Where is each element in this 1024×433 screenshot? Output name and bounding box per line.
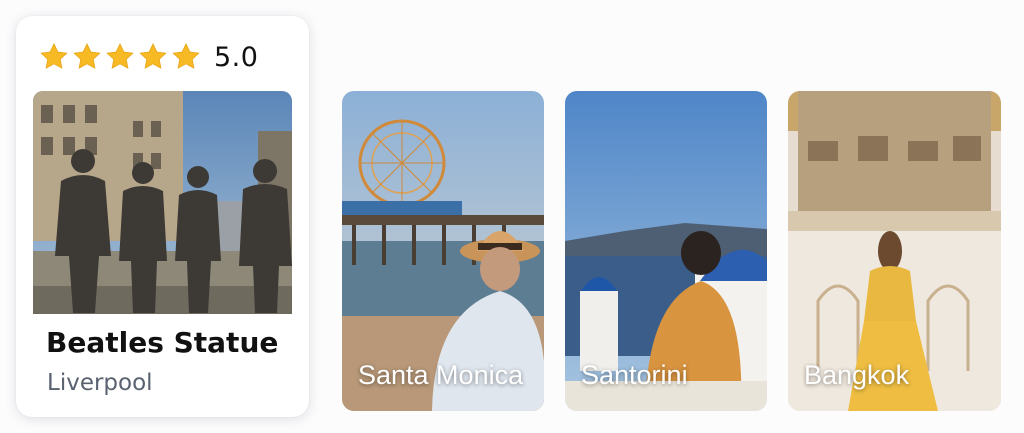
rating-value: 5.0 <box>214 41 259 73</box>
beatles-statue-photo[interactable] <box>33 91 292 314</box>
star-icon <box>40 43 68 69</box>
rating: 5.0 <box>38 40 258 74</box>
star-icon <box>172 43 200 69</box>
destination-label: Santorini <box>581 360 688 390</box>
destination-label: Santa Monica <box>358 360 524 390</box>
featured-subtitle: Liverpool <box>47 370 153 396</box>
featured-card[interactable]: 5.0 Beatles Statue Liverpool <box>16 16 309 417</box>
destination-card-santorini[interactable]: Santorini <box>565 91 767 411</box>
star-rating <box>38 41 202 73</box>
destination-card-santa-monica[interactable]: Santa Monica <box>342 91 544 411</box>
star-icon <box>106 43 134 69</box>
destination-card-bangkok[interactable]: Bangkok <box>788 91 1001 411</box>
star-icon <box>139 43 167 69</box>
destination-label: Bangkok <box>804 360 910 390</box>
featured-title: Beatles Statue <box>46 326 279 359</box>
star-icon <box>73 43 101 69</box>
